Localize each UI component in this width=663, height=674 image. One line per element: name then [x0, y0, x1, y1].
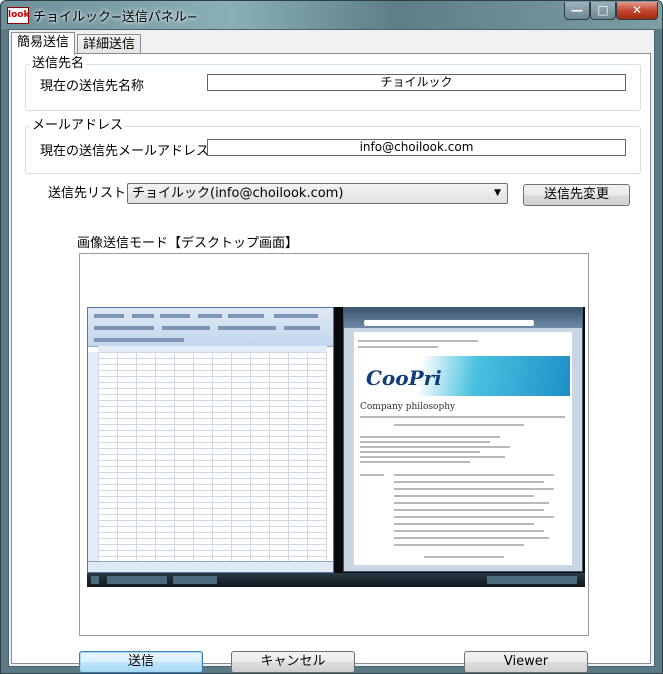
desktop-screenshot-preview: CooPri Company philosophy: [87, 307, 585, 587]
chevron-down-icon: ▼: [494, 188, 501, 198]
recipient-list-dropdown[interactable]: チョイルック(info@choilook.com) ▼: [127, 183, 508, 204]
close-button[interactable]: ✕: [616, 2, 658, 20]
preview-browser-address-bar: [364, 320, 534, 326]
preview-browser-banner: CooPri: [356, 356, 570, 396]
minimize-button[interactable]: —: [564, 2, 590, 20]
email-group: メールアドレス 現在の送信先メールアドレス info@choilook.com: [25, 118, 641, 174]
email-field[interactable]: info@choilook.com: [207, 139, 626, 156]
cancel-button[interactable]: キャンセル: [231, 651, 355, 673]
viewer-button[interactable]: Viewer: [464, 651, 588, 673]
app-logo-icon: look: [7, 7, 29, 24]
client-area: 簡易送信 詳細送信 送信先名 現在の送信先名称 チョイルック メールアドレス 現…: [8, 29, 655, 673]
recipient-name-group: 送信先名 現在の送信先名称 チョイルック: [25, 56, 641, 111]
recipient-name-label: 現在の送信先名称: [40, 79, 145, 94]
preview-spreadsheet-sheet-tabs: [88, 561, 333, 572]
preview-page-heading: Company philosophy: [360, 402, 456, 412]
preview-browser-page: CooPri Company philosophy: [354, 332, 572, 565]
preview-spreadsheet-grid: [98, 352, 327, 562]
recipient-list-selected: チョイルック(info@choilook.com): [132, 186, 344, 201]
tab-detailed-send[interactable]: 詳細送信: [77, 34, 142, 55]
preview-browser-toolbar: [344, 308, 582, 328]
preview-taskbar: [87, 573, 585, 587]
preview-spreadsheet-window: [87, 307, 334, 573]
window-title: チョイルック−送信パネル−: [33, 10, 198, 25]
preview-frame: CooPri Company philosophy: [79, 253, 589, 636]
tab-simple-send[interactable]: 簡易送信: [11, 32, 76, 55]
recipient-list-label: 送信先リスト: [48, 186, 127, 201]
change-recipient-button[interactable]: 送信先変更: [523, 184, 630, 206]
tab-panel: 送信先名 現在の送信先名称 チョイルック メールアドレス 現在の送信先メールアド…: [11, 53, 651, 673]
preview-browser-window: CooPri Company philosophy: [343, 307, 583, 572]
email-legend: メールアドレス: [30, 118, 126, 134]
preview-spreadsheet-ribbon: [88, 308, 333, 347]
minimize-icon: —: [571, 3, 583, 17]
email-label: 現在の送信先メールアドレス: [40, 144, 210, 159]
recipient-name-legend: 送信先名: [30, 56, 87, 72]
maximize-button[interactable]: □: [590, 2, 616, 20]
close-icon: ✕: [631, 3, 643, 17]
maximize-icon: □: [597, 3, 609, 17]
send-button[interactable]: 送信: [79, 651, 203, 673]
recipient-name-field[interactable]: チョイルック: [207, 74, 626, 91]
preview-brand-logo: CooPri: [366, 366, 442, 390]
main-window: look チョイルック−送信パネル− — □ ✕ 簡易送信 詳細送信 送信先名 …: [0, 0, 663, 674]
preview-mode-label: 画像送信モード【デスクトップ画面】: [77, 236, 299, 251]
title-bar[interactable]: look チョイルック−送信パネル− — □ ✕: [1, 1, 662, 29]
